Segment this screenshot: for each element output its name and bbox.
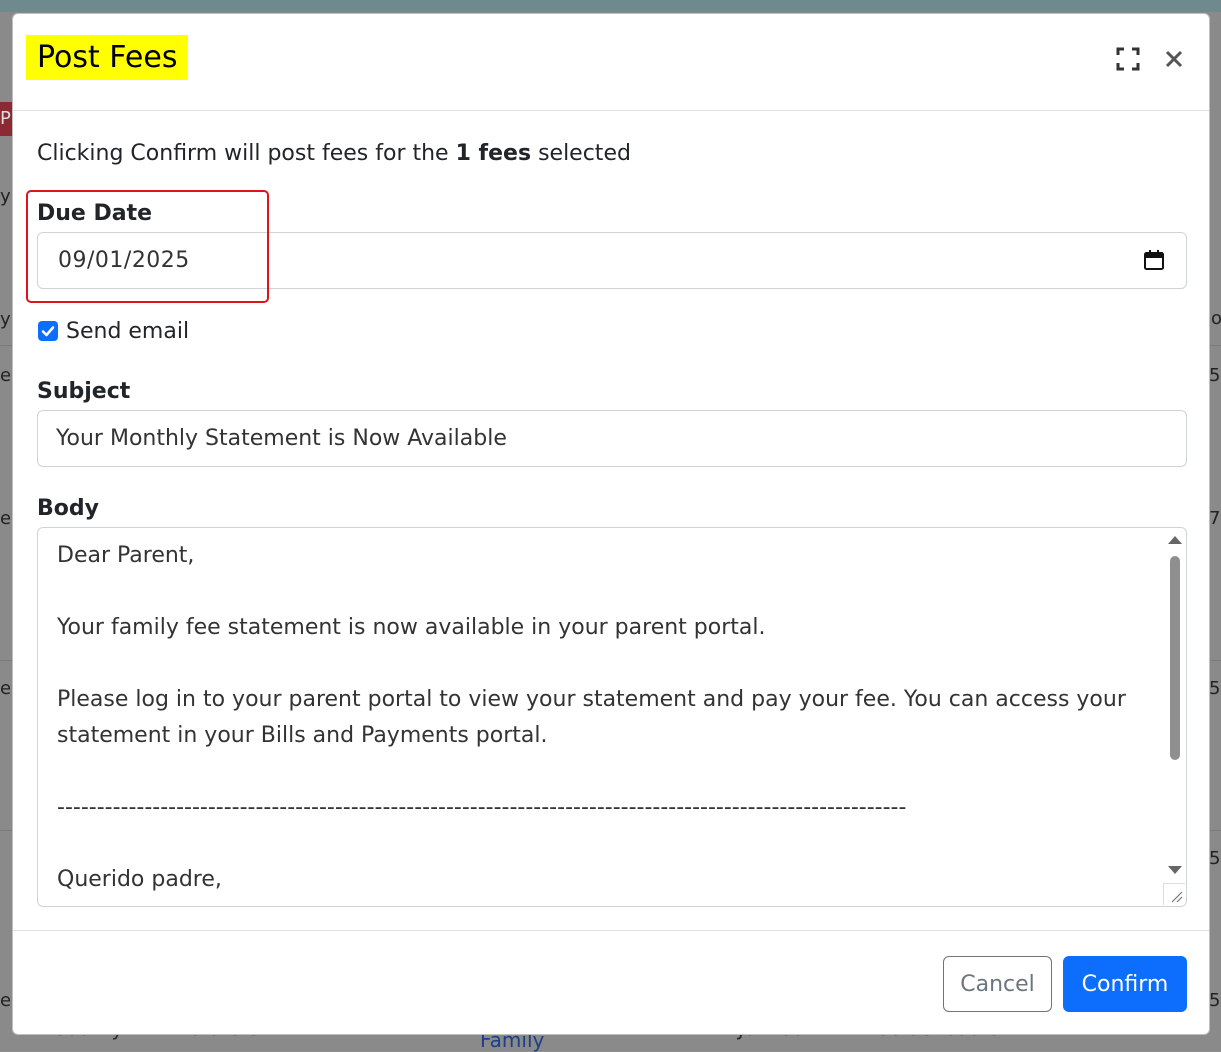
intro-prefix: Clicking Confirm will post fees for the [37,141,456,166]
close-icon[interactable] [1159,44,1189,74]
background-text: 50 [1209,848,1221,869]
background-text: e [0,678,12,699]
background-text: y [0,309,11,330]
background-text: 50 [1209,990,1221,1011]
send-email-label[interactable]: Send email [66,319,189,344]
background-text: y [0,186,11,207]
modal-footer: Cancel Confirm [13,930,1209,1036]
due-date-label: Due Date [37,201,153,226]
confirm-button[interactable]: Confirm [1063,956,1187,1012]
body-scrollbar[interactable] [1164,528,1186,906]
calendar-icon[interactable] [1142,248,1166,272]
intro-suffix: selected [531,141,631,166]
background-text: 50 [1209,365,1221,386]
send-email-checkbox[interactable] [38,321,58,341]
intro-text: Clicking Confirm will post fees for the … [37,141,631,166]
check-icon [41,326,55,337]
background-text: o [1211,308,1221,329]
due-date-value: 09/01/2025 [58,248,190,273]
subject-input[interactable] [37,410,1187,467]
scroll-up-arrow-icon[interactable] [1168,536,1182,544]
background-text: 70 [1209,508,1221,529]
modal-title: Post Fees [26,35,189,80]
scroll-thumb[interactable] [1170,556,1180,760]
body-text: Dear Parent, Your family fee statement i… [57,543,1126,892]
cancel-button[interactable]: Cancel [943,956,1052,1012]
background-topbar [0,0,1221,12]
due-date-input[interactable]: 09/01/2025 [37,232,1187,289]
background-text: 50 [1209,678,1221,699]
body-label: Body [37,496,99,521]
modal-header: Post Fees [13,14,1209,111]
post-fees-modal: Post Fees Clicking Confirm will post fee… [12,13,1210,1035]
background-text: e [0,990,12,1011]
maximize-icon[interactable] [1113,44,1143,74]
background-text: e [0,508,12,529]
background-tab: P [0,102,12,136]
fee-count: 1 fees [455,141,532,166]
scroll-down-arrow-icon[interactable] [1168,866,1182,874]
background-text: e [0,365,12,386]
subject-label: Subject [37,379,131,404]
resize-handle-icon[interactable] [1163,883,1185,905]
body-textarea[interactable]: Dear Parent, Your family fee statement i… [37,527,1187,907]
